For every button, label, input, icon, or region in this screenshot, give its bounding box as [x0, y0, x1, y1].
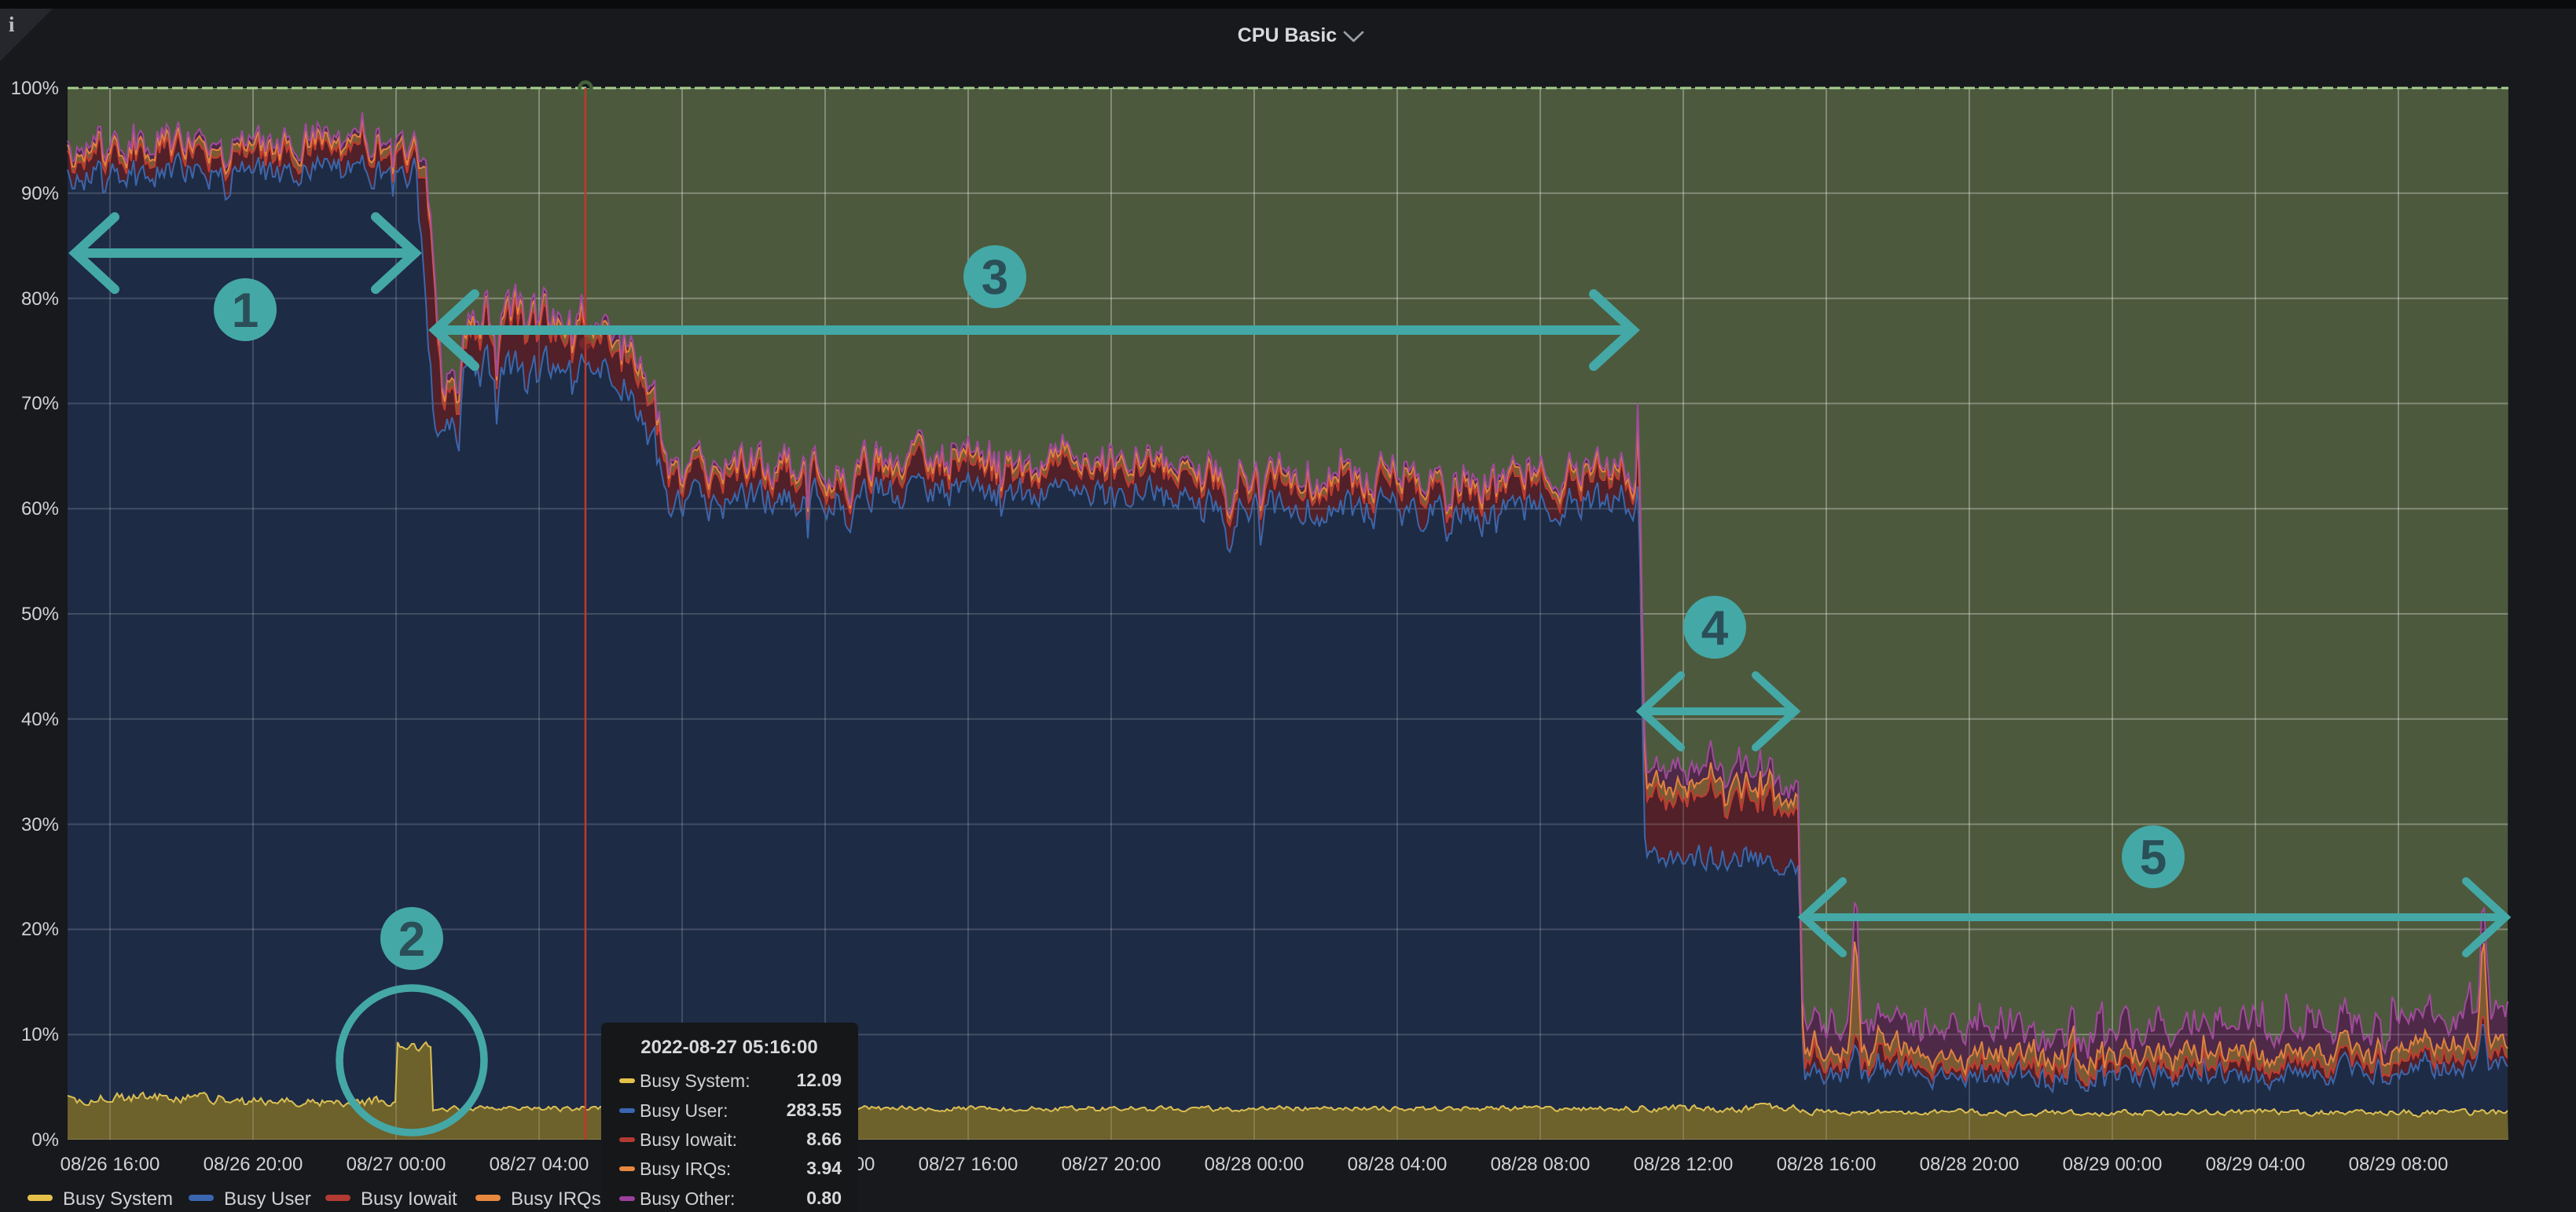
svg-text:08/28 00:00: 08/28 00:00 [1205, 1154, 1305, 1175]
svg-text:Busy IRQs: Busy IRQs [511, 1188, 601, 1210]
svg-text:08/28 04:00: 08/28 04:00 [1348, 1154, 1448, 1175]
svg-text:Busy System:: Busy System: [640, 1071, 750, 1091]
svg-text:0%: 0% [31, 1129, 59, 1151]
svg-text:08/27 16:00: 08/27 16:00 [919, 1154, 1018, 1175]
svg-text:08/28 20:00: 08/28 20:00 [1920, 1154, 2020, 1175]
svg-text:0.80: 0.80 [806, 1188, 842, 1208]
svg-text:Busy User:: Busy User: [640, 1100, 728, 1121]
svg-text:08/28 16:00: 08/28 16:00 [1777, 1154, 1877, 1175]
svg-text:4: 4 [1701, 601, 1729, 656]
svg-text:3.94: 3.94 [806, 1158, 842, 1178]
svg-text:Busy System: Busy System [63, 1188, 173, 1210]
svg-text:08/27 00:00: 08/27 00:00 [347, 1154, 446, 1175]
svg-text:40%: 40% [21, 709, 59, 730]
svg-text:12.09: 12.09 [796, 1070, 842, 1090]
svg-text:08/27 04:00: 08/27 04:00 [490, 1154, 589, 1175]
svg-text:08/29 04:00: 08/29 04:00 [2206, 1154, 2306, 1175]
svg-text:80%: 80% [21, 288, 59, 310]
svg-text:30%: 30% [21, 814, 59, 836]
svg-text:20%: 20% [21, 919, 59, 940]
svg-text:5: 5 [2140, 831, 2167, 885]
svg-text:3: 3 [982, 251, 1008, 305]
svg-text:08/28 08:00: 08/28 08:00 [1491, 1154, 1591, 1175]
svg-text:08/26 20:00: 08/26 20:00 [204, 1154, 303, 1175]
svg-text:2: 2 [398, 913, 425, 967]
svg-text:Busy IRQs:: Busy IRQs: [640, 1159, 731, 1179]
svg-text:08/27 20:00: 08/27 20:00 [1062, 1154, 1161, 1175]
svg-text:10%: 10% [21, 1024, 59, 1045]
svg-text:50%: 50% [21, 604, 59, 625]
svg-text:i: i [9, 13, 15, 36]
svg-text:100%: 100% [11, 78, 59, 99]
svg-text:Busy Other:: Busy Other: [640, 1188, 735, 1209]
svg-text:Busy User: Busy User [224, 1188, 311, 1210]
svg-text:283.55: 283.55 [787, 1100, 842, 1120]
svg-text:90%: 90% [21, 183, 59, 204]
svg-text:08/28 12:00: 08/28 12:00 [1634, 1154, 1734, 1175]
svg-text:08/26 16:00: 08/26 16:00 [61, 1154, 160, 1175]
svg-text:8.66: 8.66 [806, 1129, 842, 1149]
svg-text:CPU Basic: CPU Basic [1238, 24, 1338, 46]
svg-text:70%: 70% [21, 393, 59, 414]
svg-text:60%: 60% [21, 498, 59, 520]
svg-text:Busy Iowait: Busy Iowait [361, 1188, 457, 1210]
svg-text:2022-08-27 05:16:00: 2022-08-27 05:16:00 [640, 1037, 818, 1058]
svg-text:Busy Iowait:: Busy Iowait: [640, 1129, 737, 1150]
svg-text:1: 1 [232, 284, 259, 338]
svg-text:08/29 00:00: 08/29 00:00 [2063, 1154, 2163, 1175]
svg-text:08/29 08:00: 08/29 08:00 [2349, 1154, 2449, 1175]
